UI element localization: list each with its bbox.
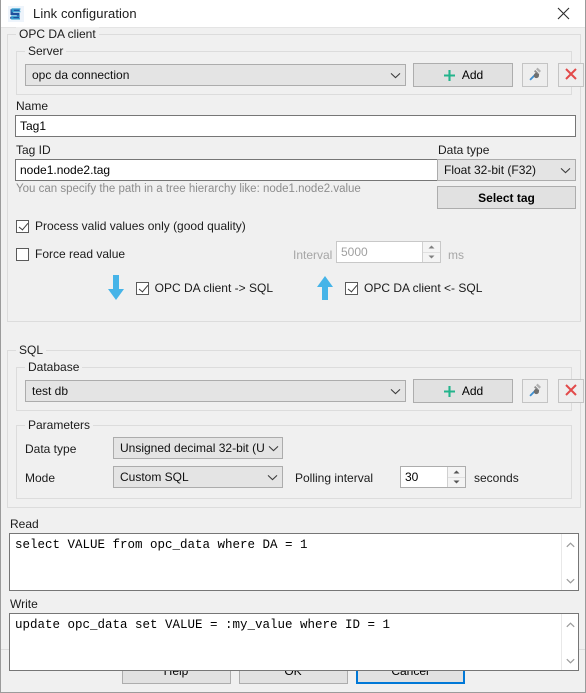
opc-da-client-legend: OPC DA client <box>16 27 99 41</box>
spinner-up-icon[interactable] <box>423 242 440 253</box>
plus-icon <box>443 385 456 398</box>
select-tag-button[interactable]: Select tag <box>437 186 576 209</box>
server-connection-select[interactable]: opc da connection <box>25 64 406 86</box>
opc-da-client-group: OPC DA client Server opc da connection A… <box>7 27 584 322</box>
server-group: Server opc da connection Add <box>16 44 584 95</box>
plus-icon <box>443 69 456 82</box>
checkbox-box <box>16 247 29 261</box>
sql-legend: SQL <box>16 343 47 357</box>
checkbox-box <box>16 219 29 233</box>
interval-label: Interval <box>293 248 333 262</box>
tag-id-input-value: node1.node2.tag <box>20 163 111 177</box>
interval-value: 5000 <box>341 245 368 259</box>
database-delete-button[interactable] <box>558 379 584 403</box>
parameters-legend: Parameters <box>25 418 94 432</box>
server-add-label: Add <box>461 68 484 82</box>
chevron-down-icon <box>262 474 282 481</box>
tools-icon <box>527 382 543 401</box>
force-read-value-label: Force read value <box>35 247 126 261</box>
direction-row: OPC DA client -> SQL OPC DA client <- SQ… <box>8 275 580 301</box>
tag-id-input[interactable]: node1.node2.tag <box>15 159 443 181</box>
interval-spinner[interactable]: 5000 <box>336 241 441 263</box>
server-add-button[interactable]: Add <box>413 63 513 87</box>
arrow-down-icon <box>106 275 126 301</box>
checkbox-box <box>345 281 358 295</box>
delete-x-icon <box>564 383 578 400</box>
read-sql-value: select VALUE from opc_data where DA = 1 <box>15 538 308 552</box>
window-title: Link configuration <box>33 6 137 21</box>
parameters-data-type-value: Unsigned decimal 32-bit (U32) <box>120 441 265 455</box>
parameters-group: Parameters Data type Unsigned decimal 32… <box>16 418 572 499</box>
sql-group: SQL Database test db Add Parameters Data… <box>7 343 584 508</box>
write-sql-value: update opc_data set VALUE = :my_value wh… <box>15 618 391 632</box>
database-add-label: Add <box>461 384 484 398</box>
parameters-data-type-select[interactable]: Unsigned decimal 32-bit (U32) <box>113 437 283 459</box>
data-type-value: Float 32-bit (F32) <box>444 163 537 177</box>
scroll-down-icon[interactable] <box>565 653 575 667</box>
app-logo-icon <box>7 5 25 23</box>
tools-icon <box>527 66 543 85</box>
name-label: Name <box>16 99 49 113</box>
scroll-down-icon[interactable] <box>565 573 575 587</box>
delete-x-icon <box>564 67 578 84</box>
database-group: Database test db Add <box>16 360 584 411</box>
scroll-up-icon[interactable] <box>565 617 575 631</box>
direction-out-label: OPC DA client -> SQL <box>154 281 273 295</box>
tag-id-label: Tag ID <box>16 143 51 157</box>
process-valid-values-label: Process valid values only (good quality) <box>35 219 246 233</box>
mode-value: Custom SQL <box>120 470 189 484</box>
mode-label: Mode <box>25 471 56 485</box>
name-input[interactable]: Tag1 <box>15 115 576 137</box>
database-value: test db <box>32 384 69 398</box>
spinner-up-icon[interactable] <box>448 467 465 478</box>
server-tools-button[interactable] <box>522 63 548 87</box>
write-label: Write <box>10 597 38 611</box>
write-sql-scrollbar[interactable] <box>561 614 578 670</box>
title-bar: Link configuration <box>1 0 585 28</box>
polling-interval-label: Polling interval <box>295 471 374 485</box>
read-label: Read <box>10 517 39 531</box>
database-select[interactable]: test db <box>25 380 406 402</box>
data-type-label: Data type <box>438 143 490 157</box>
server-connection-value: opc da connection <box>32 68 130 82</box>
read-sql-textarea[interactable]: select VALUE from opc_data where DA = 1 <box>9 533 579 591</box>
dialog-body: OPC DA client Server opc da connection A… <box>1 27 585 671</box>
scroll-up-icon[interactable] <box>565 537 575 551</box>
server-legend: Server <box>25 44 67 58</box>
chevron-down-icon <box>555 167 575 174</box>
chevron-down-icon <box>385 72 405 79</box>
direction-in-checkbox[interactable]: OPC DA client <- SQL <box>345 281 482 295</box>
link-configuration-dialog: Link configuration OPC DA client Server … <box>0 0 586 693</box>
database-tools-button[interactable] <box>522 379 548 403</box>
close-icon[interactable] <box>541 0 585 27</box>
parameters-data-type-label: Data type <box>25 442 77 456</box>
checkbox-box <box>135 281 149 295</box>
chevron-down-icon <box>264 445 282 452</box>
direction-out-checkbox[interactable]: OPC DA client -> SQL <box>135 281 273 295</box>
spinner-down-icon[interactable] <box>448 477 465 487</box>
name-input-value: Tag1 <box>20 119 47 133</box>
read-sql-scrollbar[interactable] <box>561 534 578 590</box>
database-add-button[interactable]: Add <box>413 379 513 403</box>
data-type-select[interactable]: Float 32-bit (F32) <box>437 159 576 181</box>
polling-interval-spinner[interactable]: 30 <box>400 466 466 488</box>
force-read-value-checkbox[interactable]: Force read value <box>16 247 125 261</box>
tag-id-hint: You can specify the path in a tree hiera… <box>16 183 361 195</box>
server-delete-button[interactable] <box>558 63 584 87</box>
select-tag-label: Select tag <box>478 190 535 205</box>
mode-select[interactable]: Custom SQL <box>113 466 283 488</box>
polling-interval-value: 30 <box>405 470 419 484</box>
arrow-up-icon <box>315 275 335 301</box>
write-sql-textarea[interactable]: update opc_data set VALUE = :my_value wh… <box>9 613 579 671</box>
interval-unit: ms <box>448 248 464 262</box>
spinner-arrows[interactable] <box>422 242 440 262</box>
process-valid-values-checkbox[interactable]: Process valid values only (good quality) <box>16 219 246 233</box>
chevron-down-icon <box>385 388 405 395</box>
polling-interval-unit: seconds <box>474 471 519 485</box>
direction-in-label: OPC DA client <- SQL <box>364 281 483 295</box>
spinner-down-icon[interactable] <box>423 252 440 262</box>
spinner-arrows[interactable] <box>447 467 465 487</box>
database-legend: Database <box>25 360 83 374</box>
